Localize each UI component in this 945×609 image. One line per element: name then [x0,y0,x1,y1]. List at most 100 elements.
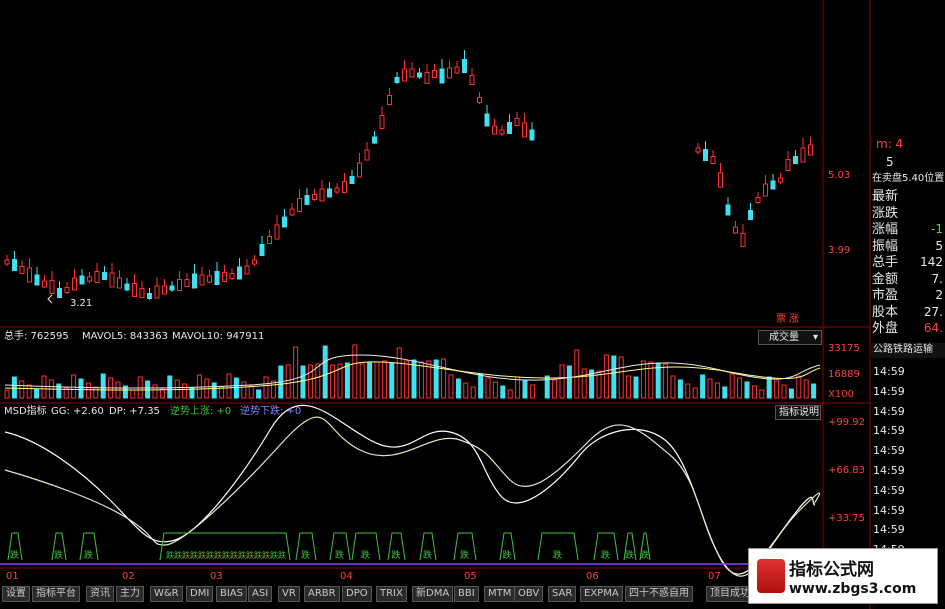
indicator-tab[interactable]: TRIX [376,586,407,602]
volume-bar [26,384,32,399]
volume-bar [603,354,609,399]
x-axis-tick: 05 [464,571,477,582]
indicator-tab[interactable]: ARBR [304,586,340,602]
quote-row-value: 27. [923,304,943,319]
indicator-tab[interactable]: VR [278,586,300,602]
volume-bar [796,375,802,399]
signal-text: 跌 [190,550,198,560]
candle-body [312,194,317,200]
volume-bar [367,362,373,399]
candle-body [64,287,70,293]
indicator-tab[interactable]: MTM [484,586,516,602]
indicator-tab[interactable]: 顶目成功 [706,586,754,602]
quote-row-label: 最新 [872,189,899,204]
quote-row-value: 142 [920,255,943,269]
indicator-tab[interactable]: 四十不惑自用 [625,586,693,602]
candle-body [733,226,738,234]
volume-bar [707,378,713,399]
indicator-tab[interactable]: 资讯 [86,586,114,602]
volume-total-label: 总手: 762595 [4,331,69,342]
volume-bar [663,363,669,399]
signal-text: 跌 [601,550,610,561]
indicator-tab[interactable]: BBI [454,586,479,602]
volume-bar [714,382,720,399]
indicator-tab[interactable]: DPO [342,586,372,602]
candle-body [87,276,92,282]
indicator-tab[interactable]: 指标平台 [32,586,80,602]
indicator-tab[interactable]: 新DMA [412,586,454,602]
indicator-explain-button[interactable]: 指标说明 [775,405,821,420]
candle-body [432,70,437,78]
tick-time: 14:59 [873,464,905,477]
indicator-tab[interactable]: DMI [186,586,214,602]
signal-text: 跌 [262,550,270,560]
indicator-tab[interactable]: ASI [248,586,273,602]
volume-bar [441,358,447,399]
volume-indicator-dropdown[interactable]: 成交量 ▾ [758,330,822,345]
volume-bar [803,379,809,399]
volume-bar [648,361,654,399]
indicator-tab[interactable]: W&R [150,586,183,602]
volume-bar [507,389,513,399]
signal-text: 跌 [182,550,190,560]
quote-row-label: 涨幅 [872,222,899,237]
candle-body [372,136,377,144]
quote-row-value: 64. [923,321,943,335]
volume-bar [670,375,676,399]
volume-bar [611,355,617,399]
indicator-tab[interactable]: BIAS [216,586,247,602]
candle-body [34,274,40,286]
candle-body [297,198,302,212]
volume-bar [566,365,572,399]
candle-body [778,177,783,183]
volume-bar [85,382,91,399]
volume-bar [500,385,506,399]
tick-time: 14:59 [873,384,905,398]
indicator-tab[interactable]: OBV [514,586,544,602]
msd-trend-down-label: 逆势下跌: +0 [240,406,302,417]
signal-text: 跌 [640,550,649,561]
indicator-tab[interactable]: SAR [548,586,577,602]
volume-bar [344,362,350,399]
volume-bar [241,381,247,399]
mavol10-label: MAVOL10: 947911 [172,331,265,342]
signal-text: 跌 [222,550,230,560]
candlestick-series [4,50,813,304]
candle-body [124,283,130,291]
signal-text: 跌 [423,550,432,561]
indicator-tab[interactable]: 主力 [116,586,144,602]
signal-text: 跌 [254,550,262,560]
candle-body [132,283,137,297]
volume-bar [766,376,772,399]
volume-bar [418,361,424,399]
candle-body [169,285,175,291]
volume-bar [811,383,817,399]
candle-body [718,172,723,188]
indicator-tab[interactable]: EXPMA [580,586,623,602]
volume-bar [455,378,461,399]
quote-row-value: 5 [935,238,943,253]
candle-body [274,224,280,240]
tick-time: 14:59 [873,483,905,497]
volume-bar [71,374,77,399]
industry-label-box[interactable]: 公路铁路运输 [871,343,945,358]
candle-body [522,122,527,138]
msd-indicator-name[interactable]: MSD指标 [4,407,47,417]
signal-text: 跌 [460,550,469,561]
volume-bar [788,388,794,399]
volume-bar [263,376,269,399]
low-price-label: 3.21 [70,298,93,309]
candle-body [259,244,265,256]
volume-bar [485,377,491,399]
candle-body [177,279,182,291]
candle-body [282,216,287,228]
quote-row-value: -1 [931,222,943,236]
kline-chart[interactable]: 跌跌跌跌跌跌跌跌跌跌跌跌跌跌跌跌跌跌跌跌跌跌跌跌跌跌跌跌跌 [0,0,945,609]
candle-body [484,113,490,127]
volume-bar [581,368,587,399]
signal-text: 跌 [214,550,222,560]
volume-bar [78,378,84,399]
signal-text: 跌 [625,550,634,561]
site-logo-icon [757,559,785,593]
indicator-tab[interactable]: 设置 [2,586,30,602]
